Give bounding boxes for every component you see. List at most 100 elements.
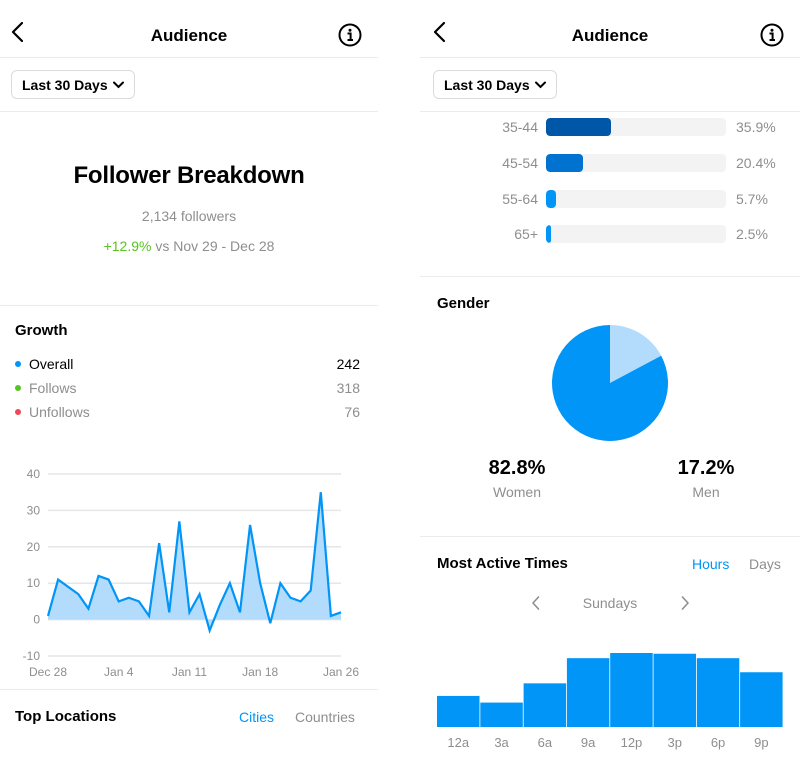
- age-label: 55-64: [502, 191, 538, 207]
- follows-dot-icon: [15, 385, 21, 391]
- chevron-down-icon: [534, 81, 546, 88]
- follower-change: +12.9% vs Nov 29 - Dec 28: [0, 238, 378, 254]
- legend-label: Overall: [29, 356, 74, 372]
- age-bar-fill: [546, 190, 557, 208]
- breakdown-title: Follower Breakdown: [73, 162, 305, 189]
- most-active-times-section: Most Active Times Hours Days Sundays 12a…: [420, 537, 800, 762]
- chevron-right-icon[interactable]: [679, 595, 691, 611]
- age-bar-fill: [546, 154, 583, 172]
- men-percent: 17.2%: [677, 457, 735, 479]
- filter-bar: Last 30 Days: [420, 58, 800, 112]
- hour-bar: [437, 695, 480, 727]
- x-tick-label: Jan 4: [104, 665, 134, 679]
- tab-cities[interactable]: Cities: [239, 709, 274, 725]
- date-range-dropdown[interactable]: Last 30 Days: [433, 70, 557, 99]
- hour-bar: [480, 702, 523, 727]
- follower-count: 2,134 followers: [141, 208, 237, 224]
- age-row: 45-54 20.4%: [420, 154, 800, 174]
- hour-bar: [740, 672, 783, 727]
- age-bar-track: [546, 190, 726, 208]
- y-tick-label: 30: [27, 503, 41, 517]
- hour-label: 9a: [581, 735, 596, 750]
- growth-title: Growth: [15, 322, 68, 339]
- hour-bar: [696, 658, 740, 727]
- hour-bar: [523, 683, 567, 727]
- legend-follows[interactable]: Follows 318: [15, 376, 360, 400]
- y-tick-label: 0: [33, 613, 40, 627]
- age-row: 35-44 35.9%: [420, 118, 800, 138]
- women-percent: 82.8%: [488, 457, 546, 479]
- age-bar-track: [546, 225, 726, 243]
- age-bar-track: [546, 154, 726, 172]
- overall-dot-icon: [15, 361, 21, 367]
- age-percent: 35.9%: [736, 119, 776, 135]
- info-circle-icon[interactable]: [760, 23, 784, 47]
- date-range-label: Last 30 Days: [22, 76, 108, 93]
- legend-unfollows[interactable]: Unfollows 76: [15, 400, 360, 424]
- age-label: 45-54: [502, 155, 538, 171]
- x-tick-label: Dec 28: [29, 665, 67, 679]
- page-title: Audience: [150, 26, 228, 45]
- hour-bar: [566, 658, 610, 727]
- legend-value: 76: [344, 404, 360, 420]
- top-bar: Audience: [0, 0, 378, 58]
- women-label: Women: [493, 484, 541, 500]
- y-tick-label: 10: [27, 576, 41, 590]
- gender-section: Gender 82.8% Women 17.2% Men: [420, 277, 800, 537]
- chevron-down-icon: [112, 81, 124, 88]
- x-tick-label: Jan 18: [242, 665, 278, 679]
- age-row: 65+ 2.5%: [420, 225, 800, 245]
- most-active-title: Most Active Times: [437, 555, 568, 572]
- change-period: vs Nov 29 - Dec 28: [151, 238, 275, 254]
- age-percent: 5.7%: [736, 191, 768, 207]
- top-locations-section: Top Locations Cities Countries: [0, 690, 378, 750]
- y-tick-label: -10: [23, 649, 41, 663]
- men-stat: 17.2% Men: [646, 457, 766, 500]
- age-percent: 2.5%: [736, 226, 768, 242]
- hour-label: 9p: [754, 735, 768, 750]
- legend-label: Unfollows: [29, 404, 90, 420]
- hour-label: 12a: [447, 735, 469, 750]
- growth-section: Growth Overall 242 Follows 318 Unfollows…: [0, 306, 378, 690]
- x-tick-label: Jan 11: [172, 665, 207, 679]
- hour-label: 12p: [621, 735, 643, 750]
- age-bar-fill: [546, 225, 552, 243]
- selected-day: Sundays: [582, 595, 638, 611]
- hour-label: 3p: [668, 735, 682, 750]
- most-active-hours-chart: 12a 3a 6a 9a 12p 3p 6p 9p: [437, 653, 783, 750]
- follower-breakdown: Follower Breakdown 2,134 followers +12.9…: [0, 112, 378, 306]
- top-bar: Audience: [420, 0, 800, 58]
- men-label: Men: [692, 484, 720, 500]
- date-range-label: Last 30 Days: [444, 76, 530, 93]
- age-percent: 20.4%: [736, 155, 776, 171]
- chevron-left-icon[interactable]: [530, 595, 542, 611]
- gender-pie-chart: [552, 325, 668, 441]
- hour-label: 6p: [711, 735, 725, 750]
- women-stat: 82.8% Women: [457, 457, 577, 500]
- tab-countries[interactable]: Countries: [295, 709, 355, 725]
- tab-days[interactable]: Days: [749, 556, 781, 572]
- page-title: Audience: [571, 26, 649, 45]
- gender-title: Gender: [437, 295, 490, 312]
- hour-label: 3a: [494, 735, 509, 750]
- growth-area: [48, 492, 341, 631]
- info-circle-icon[interactable]: [338, 23, 362, 47]
- growth-chart: 40 30 20 10 0 -10 Dec 28 Jan 4 Jan 11 Jan 18 Jan 2…: [23, 467, 360, 679]
- filter-bar: Last 30 Days: [0, 58, 378, 112]
- audience-panel-demographics: Audience Last 30 Days 35-44 35.9% 45-54 2…: [420, 0, 800, 762]
- age-label: 35-44: [502, 119, 538, 135]
- top-locations-title: Top Locations: [15, 708, 117, 725]
- legend-overall[interactable]: Overall 242: [15, 352, 360, 376]
- change-percent: +12.9%: [103, 238, 152, 254]
- tab-hours[interactable]: Hours: [692, 556, 729, 572]
- age-row: 55-64 5.7%: [420, 190, 800, 210]
- age-range-section: 35-44 35.9% 45-54 20.4% 55-64 5.7% 65+ 2.5%: [420, 112, 800, 277]
- legend-label: Follows: [29, 380, 77, 396]
- age-bar-fill: [546, 118, 611, 136]
- legend-value: 242: [336, 356, 360, 372]
- legend-value: 318: [336, 380, 360, 396]
- hour-bar: [610, 653, 653, 727]
- date-range-dropdown[interactable]: Last 30 Days: [11, 70, 135, 99]
- y-tick-label: 20: [27, 540, 41, 554]
- age-label: 65+: [514, 226, 538, 242]
